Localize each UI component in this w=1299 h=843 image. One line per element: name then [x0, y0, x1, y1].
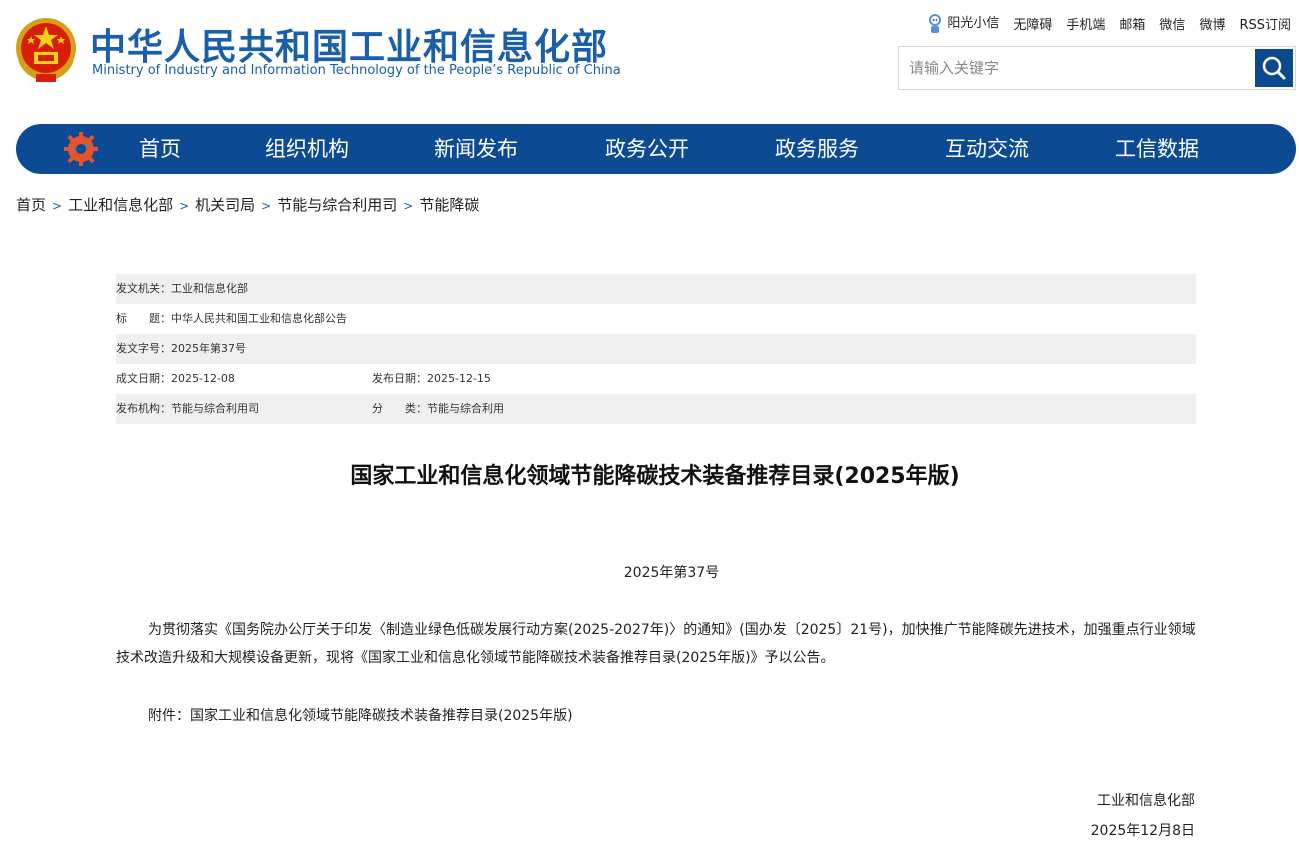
- breadcrumb-home[interactable]: 首页: [16, 196, 46, 214]
- meta-label: 标 题：: [116, 312, 171, 325]
- meta-row-dates: 成文日期：2025-12-08 发布日期：2025-12-15: [116, 364, 1196, 394]
- breadcrumb-ministry[interactable]: 工业和信息化部: [68, 196, 173, 214]
- toplink-sunshine[interactable]: 阳光小信: [927, 12, 999, 35]
- meta-label: 分 类：: [372, 402, 427, 415]
- toplink-weibo[interactable]: 微博: [1199, 14, 1225, 33]
- breadcrumb-separator: >: [179, 199, 190, 213]
- search-box: [898, 46, 1296, 90]
- article-title: 国家工业和信息化领域节能降碳技术装备推荐目录(2025年版): [350, 464, 960, 489]
- miit-logo-icon[interactable]: [64, 132, 98, 166]
- meta-label: 发布机构：: [116, 402, 171, 415]
- nav-item-home[interactable]: 首页: [139, 124, 181, 174]
- meta-row-issuer: 发文机关：工业和信息化部: [116, 274, 1196, 304]
- breadcrumb-separator: >: [52, 199, 63, 213]
- meta-written-date: 2025-12-08: [171, 372, 235, 385]
- nav-item-government-services[interactable]: 政务服务: [775, 124, 859, 174]
- robot-icon: [929, 13, 942, 33]
- meta-label: 发文机关：: [116, 282, 171, 295]
- meta-org: 节能与综合利用司: [171, 402, 259, 415]
- breadcrumb-departments[interactable]: 机关司局: [195, 196, 255, 214]
- article-paragraph: 为贯彻落实《国务院办公厅关于印发〈制造业绿色低碳发展行动方案(2025-2027…: [116, 622, 1196, 666]
- meta-docno: 2025年第37号: [171, 342, 246, 355]
- top-links: 阳光小信 无障碍 手机端 邮箱 微信 微博 RSS订阅: [927, 12, 1291, 35]
- meta-row-title: 标 题：中华人民共和国工业和信息化部公告: [116, 304, 1196, 334]
- toplink-accessibility[interactable]: 无障碍: [1013, 14, 1052, 33]
- meta-issuer: 工业和信息化部: [171, 282, 248, 295]
- toplink-rss[interactable]: RSS订阅: [1239, 14, 1291, 33]
- breadcrumb-separator: >: [261, 199, 272, 213]
- nav-item-organization[interactable]: 组织机构: [265, 124, 349, 174]
- breadcrumb: 首页 > 工业和信息化部 > 机关司局 > 节能与综合利用司 > 节能降碳: [16, 194, 479, 215]
- meta-label: 发文字号：: [116, 342, 171, 355]
- meta-category: 节能与综合利用: [427, 402, 504, 415]
- article-signer: 工业和信息化部: [1097, 793, 1195, 809]
- meta-row-docno: 发文字号：2025年第37号: [116, 334, 1196, 364]
- breadcrumb-energy-dept[interactable]: 节能与综合利用司: [277, 196, 397, 214]
- meta-label: 成文日期：: [116, 372, 171, 385]
- site-header: 中华人民共和国工业和信息化部 Ministry of Industry and …: [0, 0, 1299, 110]
- article-date: 2025年12月8日: [1090, 823, 1195, 839]
- meta-published-date: 2025-12-15: [427, 372, 491, 385]
- main-nav: 首页 组织机构 新闻发布 政务公开 政务服务 互动交流 工信数据: [16, 124, 1296, 174]
- search-icon: [1262, 56, 1286, 80]
- toplink-mobile[interactable]: 手机端: [1066, 14, 1105, 33]
- breadcrumb-separator: >: [403, 199, 414, 213]
- article-attachment[interactable]: 附件：国家工业和信息化领域节能降碳技术装备推荐目录(2025年版): [116, 702, 1198, 730]
- nav-item-interaction[interactable]: 互动交流: [945, 124, 1029, 174]
- nav-item-news[interactable]: 新闻发布: [434, 124, 518, 174]
- search-input[interactable]: [899, 47, 1255, 89]
- national-emblem-icon[interactable]: [14, 16, 78, 84]
- site-subtitle[interactable]: Ministry of Industry and Information Tec…: [92, 63, 621, 78]
- toplink-label: 阳光小信: [947, 16, 1000, 31]
- meta-title: 中华人民共和国工业和信息化部公告: [171, 312, 347, 325]
- breadcrumb-current[interactable]: 节能降碳: [419, 196, 479, 214]
- search-button[interactable]: [1255, 49, 1293, 87]
- toplink-wechat[interactable]: 微信: [1159, 14, 1185, 33]
- article-docno: 2025年第37号: [623, 565, 720, 581]
- meta-row-org: 发布机构：节能与综合利用司 分 类：节能与综合利用: [116, 394, 1196, 424]
- meta-label: 发布日期：: [372, 372, 427, 385]
- document-meta-table: 发文机关：工业和信息化部 标 题：中华人民共和国工业和信息化部公告 发文字号：2…: [116, 274, 1196, 424]
- nav-item-government-affairs[interactable]: 政务公开: [605, 124, 689, 174]
- nav-item-data[interactable]: 工信数据: [1115, 124, 1199, 174]
- toplink-email[interactable]: 邮箱: [1119, 14, 1145, 33]
